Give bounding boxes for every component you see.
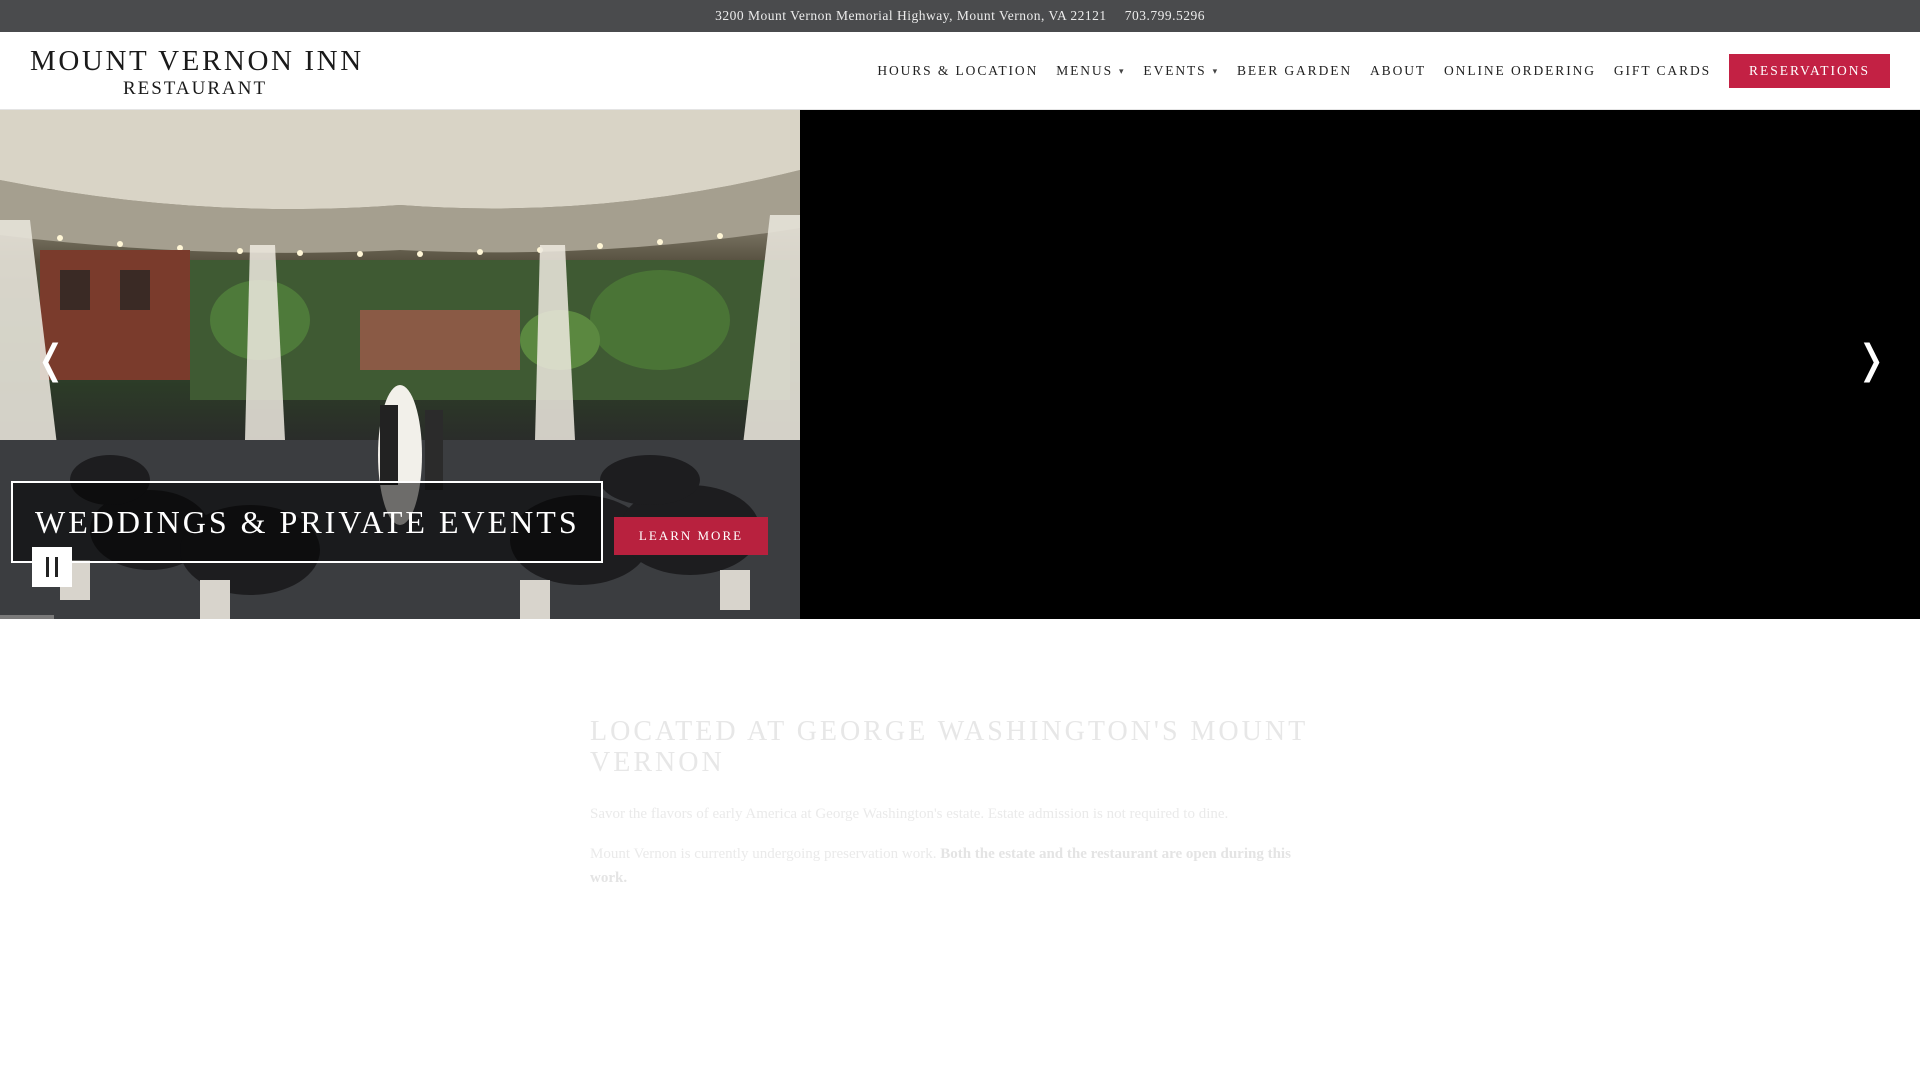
intro-section: LOCATED AT GEORGE WASHINGTON'S MOUNT VER…	[590, 716, 1320, 890]
nav-item-menus[interactable]: MENUS ▾	[1056, 63, 1125, 79]
intro-heading: LOCATED AT GEORGE WASHINGTON'S MOUNT VER…	[590, 716, 1308, 778]
slide-progress-bar	[0, 615, 54, 619]
pause-icon[interactable]	[32, 547, 72, 587]
nav-item-label: BEER GARDEN	[1237, 63, 1353, 78]
nav-item-gift-cards[interactable]: GIFT CARDS	[1614, 63, 1711, 79]
hero-caption: WEDDINGS & PRIVATE EVENTS	[11, 481, 603, 563]
nav-item-label: HOURS & LOCATION	[877, 63, 1039, 78]
address-text[interactable]: 3200 Mount Vernon Memorial Highway, Moun…	[715, 8, 1107, 24]
nav-item-online-ordering[interactable]: ONLINE ORDERING	[1444, 63, 1596, 79]
nav-item-label: EVENTS	[1143, 63, 1207, 78]
nav-item-label: ABOUT	[1370, 63, 1427, 78]
phone-link[interactable]: 703.799.5296	[1125, 8, 1205, 24]
learn-more-button[interactable]: LEARN MORE	[614, 517, 768, 555]
logo-subtitle: RESTAURANT	[122, 78, 268, 99]
logo[interactable]: MOUNT VERNON INN RESTAURANT	[30, 45, 364, 100]
main-nav: HOURS & LOCATION MENUS ▾ EVENTS ▾ BEER G…	[877, 32, 1920, 110]
top-info-bar: 3200 Mount Vernon Memorial Highway, Moun…	[0, 0, 1920, 32]
intro-paragraph-1: Savor the flavors of early America at Ge…	[590, 806, 1229, 822]
nav-item-hours-location[interactable]: HOURS & LOCATION	[877, 63, 1038, 79]
chevron-down-icon: ▾	[1119, 65, 1126, 76]
hero-slider: ❬ ❭ WEDDINGS & PRIVATE EVENTS LEARN MORE	[0, 110, 1920, 619]
nav-item-label: ONLINE ORDERING	[1444, 63, 1596, 78]
nav-item-label: MENUS	[1056, 63, 1113, 78]
reservations-button[interactable]: RESERVATIONS	[1729, 54, 1890, 88]
hero-caption-text: WEDDINGS & PRIVATE EVENTS	[35, 503, 580, 540]
nav-item-label: GIFT CARDS	[1613, 63, 1712, 78]
chevron-down-icon: ▾	[1212, 65, 1219, 76]
nav-item-about[interactable]: ABOUT	[1370, 63, 1426, 79]
chevron-right-icon[interactable]: ❭	[1854, 340, 1888, 380]
intro-paragraph-2: Mount Vernon is currently undergoing pre…	[590, 842, 1320, 890]
chevron-left-icon[interactable]: ❬	[34, 340, 68, 380]
site-header: MOUNT VERNON INN RESTAURANT HOURS & LOCA…	[0, 32, 1920, 110]
nav-item-beer-garden[interactable]: BEER GARDEN	[1237, 63, 1352, 79]
nav-item-events[interactable]: EVENTS ▾	[1143, 63, 1219, 79]
intro-paragraph-2-text: Mount Vernon is currently undergoing pre…	[590, 846, 941, 862]
logo-title: MOUNT VERNON INN	[30, 45, 364, 77]
